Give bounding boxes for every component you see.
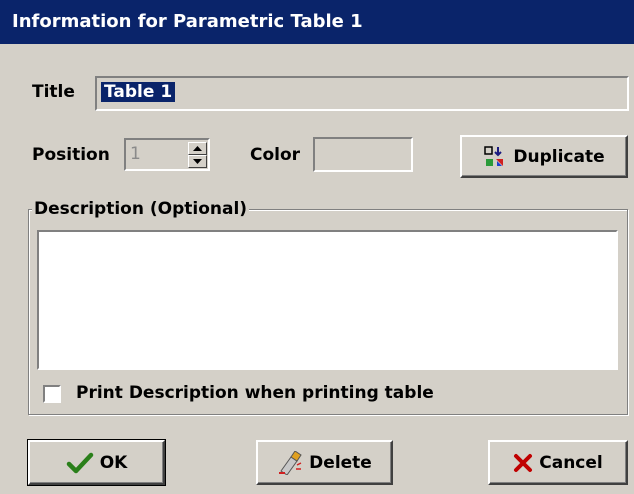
title-input[interactable]: Table 1 — [95, 76, 629, 111]
print-description-checkbox[interactable] — [43, 385, 61, 403]
cancel-button[interactable]: Cancel — [488, 440, 628, 485]
print-description-label: Print Description when printing table — [76, 383, 434, 403]
position-down-button[interactable] — [188, 155, 207, 168]
position-value: 1 — [130, 144, 141, 164]
eraser-icon — [279, 450, 302, 475]
position-stepper[interactable]: 1 — [124, 138, 210, 171]
color-label: Color — [250, 145, 301, 165]
cancel-label: Cancel — [539, 452, 603, 473]
duplicate-icon — [484, 145, 504, 166]
window-titlebar[interactable]: Information for Parametric Table 1 — [0, 0, 634, 44]
delete-button[interactable]: Delete — [256, 440, 393, 485]
position-up-button[interactable] — [188, 142, 207, 155]
title-label: Title — [32, 82, 75, 102]
delete-label: Delete — [309, 452, 372, 473]
color-swatch[interactable] — [313, 137, 413, 172]
ok-button[interactable]: OK — [27, 439, 166, 486]
duplicate-label: Duplicate — [513, 146, 605, 167]
x-icon — [514, 453, 533, 472]
description-legend: Description (Optional) — [32, 199, 250, 219]
title-input-value: Table 1 — [101, 82, 176, 102]
position-label: Position — [32, 145, 110, 165]
window-title: Information for Parametric Table 1 — [12, 11, 363, 32]
arrow-up-icon — [193, 146, 202, 151]
description-textarea[interactable] — [37, 230, 618, 370]
duplicate-button[interactable]: Duplicate — [460, 135, 628, 178]
ok-label: OK — [99, 452, 128, 473]
checkmark-icon — [66, 452, 93, 473]
arrow-down-icon — [193, 159, 202, 164]
